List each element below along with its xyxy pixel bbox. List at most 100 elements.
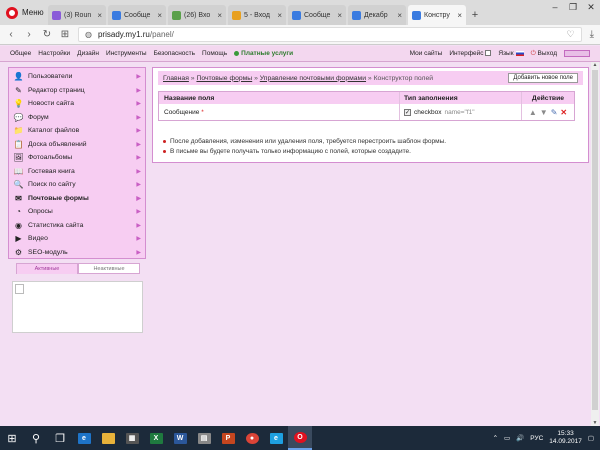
tab-close-icon[interactable]: ×	[97, 11, 102, 20]
volume-icon[interactable]: 🔊	[516, 434, 524, 442]
sidebar-item[interactable]: ◔ Опросы ▶	[9, 205, 145, 219]
chrome-icon[interactable]: ●	[240, 426, 264, 450]
video-icon: ▶	[15, 234, 22, 244]
reload-icon[interactable]: ↻	[42, 29, 52, 40]
tab-title: Констру	[424, 11, 450, 19]
clock-time: 15:33	[557, 430, 574, 437]
sidebar-item[interactable]: 📋 Доска объявлений ▶	[9, 138, 145, 152]
delete-icon[interactable]: ✕	[560, 108, 567, 117]
tab-close-icon[interactable]: ×	[157, 11, 162, 20]
search-icon[interactable]: ⚲	[24, 426, 48, 450]
speed-dial-icon[interactable]: ⊞	[60, 29, 70, 40]
windows-start-icon[interactable]: ⊞	[0, 426, 24, 450]
language-indicator[interactable]: РУС	[530, 435, 543, 442]
file-explorer-icon[interactable]	[96, 426, 120, 450]
breadcrumb-manage-forms[interactable]: Управление почтовыми формами	[260, 75, 366, 82]
sidebar-item[interactable]: ◉ Статистика сайта ▶	[9, 219, 145, 233]
tab-inactive-modules[interactable]: Неактивные	[78, 263, 140, 274]
topmenu-item-help[interactable]: Помощь	[202, 50, 227, 57]
sidebar-item[interactable]: 💬 Форум ▶	[9, 111, 145, 125]
opera-taskbar-icon[interactable]: O	[288, 426, 312, 450]
scroll-up-icon[interactable]: ▲	[591, 62, 599, 68]
topmenu-item-settings[interactable]: Настройки	[38, 50, 70, 57]
tab-title: Сообще	[124, 11, 151, 19]
calculator-icon[interactable]: ▦	[120, 426, 144, 450]
language-link[interactable]: Язык	[498, 50, 524, 57]
photo-viewer-icon[interactable]: ▤	[192, 426, 216, 450]
sidebar-item[interactable]: ✉ Почтовые формы ▶	[9, 192, 145, 206]
topmenu-item-security[interactable]: Безопасность	[154, 50, 195, 57]
topmenu-item-general[interactable]: Общее	[10, 50, 31, 57]
sidebar-item[interactable]: ▶ Видео ▶	[9, 232, 145, 246]
forward-icon[interactable]: ›	[24, 29, 34, 40]
maximize-button[interactable]: ❐	[564, 0, 582, 14]
my-sites-link[interactable]: Мои сайты	[410, 50, 443, 57]
sidebar-item[interactable]: 📁 Каталог файлов ▶	[9, 124, 145, 138]
interface-link[interactable]: Интерфейс	[449, 50, 492, 57]
powerpoint-icon[interactable]: P	[216, 426, 240, 450]
chevron-right-icon: ▶	[136, 195, 141, 202]
window-controls: – ❐ ✕	[546, 0, 600, 25]
browser-tab[interactable]: Констру ×	[408, 5, 466, 25]
browser-tab[interactable]: (3) Roun ×	[48, 5, 106, 25]
move-up-icon[interactable]: ▲	[529, 108, 537, 117]
minimize-button[interactable]: –	[546, 0, 564, 14]
network-icon[interactable]: ▭	[504, 434, 510, 442]
browser-menu-label: Меню	[22, 8, 44, 17]
forum-icon: 💬	[13, 112, 24, 122]
sidebar-item[interactable]: ⚙ SEO-модуль ▶	[9, 246, 145, 260]
breadcrumb-mail-forms[interactable]: Почтовые формы	[196, 75, 252, 82]
add-field-button[interactable]: Добавить новое поле	[508, 73, 578, 83]
excel-icon[interactable]: X	[144, 426, 168, 450]
photo-icon: 🖼	[13, 153, 24, 163]
browser-tab[interactable]: Декабр ×	[348, 5, 406, 25]
browser-menu-button[interactable]: Меню	[0, 0, 48, 25]
tab-close-icon[interactable]: ×	[217, 11, 222, 20]
topmenu-item-tools[interactable]: Инструменты	[106, 50, 147, 57]
close-window-button[interactable]: ✕	[582, 0, 600, 14]
chevron-right-icon: ▶	[136, 222, 141, 229]
back-icon[interactable]: ‹	[6, 29, 16, 40]
browser-tab[interactable]: (26) Вхо ×	[168, 5, 226, 25]
column-header-fill-type: Тип заполнения	[399, 92, 521, 104]
move-down-icon[interactable]: ▼	[540, 108, 548, 117]
clock[interactable]: 15:33 14.09.2017	[549, 430, 582, 446]
paid-services-link[interactable]: Платные услуги	[234, 50, 293, 57]
tab-close-icon[interactable]: ×	[337, 11, 342, 20]
tab-close-icon[interactable]: ×	[457, 11, 462, 20]
browser-tab[interactable]: 5 - Вход ×	[228, 5, 286, 25]
search-icon: 🔍	[13, 180, 24, 190]
bookmark-heart-icon[interactable]: ♡	[567, 29, 575, 40]
sidebar-item-label: Форум	[28, 113, 49, 121]
url-input[interactable]: ◍ prisady.my1.ru/panel/ ♡	[78, 27, 582, 42]
sidebar-item[interactable]: 🔍 Поиск по сайту ▶	[9, 178, 145, 192]
tab-close-icon[interactable]: ×	[277, 11, 282, 20]
page-scrollbar[interactable]: ▲ ▼	[591, 62, 599, 426]
sidebar-item[interactable]: 📖 Гостевая книга ▶	[9, 165, 145, 179]
sidebar-item[interactable]: 🖼 Фотоальбомы ▶	[9, 151, 145, 165]
task-view-icon[interactable]: ❐	[48, 426, 72, 450]
edit-icon[interactable]: ✎	[551, 108, 558, 117]
download-icon[interactable]: ⤓	[590, 29, 594, 40]
sidebar-item[interactable]: 👤 Пользователи ▶	[9, 70, 145, 84]
tray-expand-icon[interactable]: ⌃	[493, 434, 498, 442]
internet-explorer-icon[interactable]: e	[264, 426, 288, 450]
sidebar-item[interactable]: ✎ Редактор страниц ▶	[9, 84, 145, 98]
news-icon: 💡	[13, 99, 24, 109]
notifications-icon[interactable]: ▢	[588, 434, 594, 442]
new-tab-button[interactable]: +	[468, 5, 482, 25]
logout-link[interactable]: ⏻ Выход	[531, 50, 557, 58]
browser-tab[interactable]: Сообще ×	[108, 5, 166, 25]
tab-active-modules[interactable]: Активные	[16, 263, 78, 274]
topmenu-item-design[interactable]: Дизайн	[77, 50, 99, 57]
panel-width-switch[interactable]	[564, 50, 590, 57]
word-icon[interactable]: W	[168, 426, 192, 450]
paid-services-label: Платные услуги	[241, 50, 294, 57]
sidebar-item[interactable]: 💡 Новости сайта ▶	[9, 97, 145, 111]
tab-close-icon[interactable]: ×	[397, 11, 402, 20]
edge-browser-icon[interactable]: e	[72, 426, 96, 450]
scrollbar-thumb[interactable]	[592, 70, 598, 410]
browser-tab[interactable]: Сообще ×	[288, 5, 346, 25]
breadcrumb-separator: »	[367, 74, 372, 82]
breadcrumb-home[interactable]: Главная	[163, 75, 189, 82]
